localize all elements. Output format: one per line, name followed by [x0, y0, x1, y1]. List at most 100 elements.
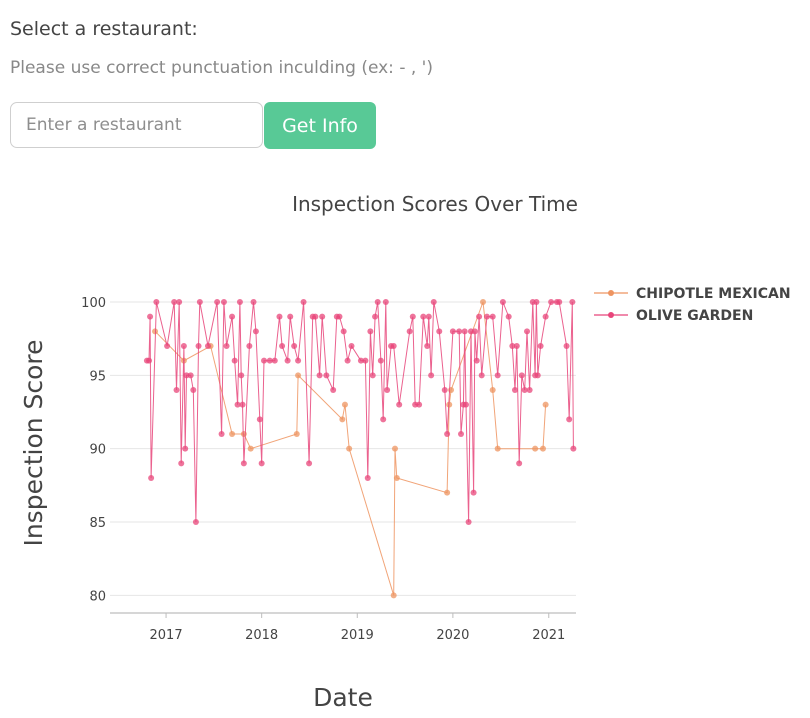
legend-marker — [608, 312, 614, 318]
data-point — [480, 299, 487, 305]
data-point — [192, 519, 199, 525]
data-point — [341, 401, 348, 408]
data-point — [424, 343, 431, 349]
data-point — [489, 313, 496, 320]
y-tick-label: 95 — [89, 369, 106, 384]
data-point — [516, 460, 523, 467]
x-tick-label: 2021 — [532, 628, 565, 643]
data-point — [563, 343, 570, 349]
data-point — [164, 343, 171, 349]
data-point — [180, 343, 187, 349]
data-point — [336, 313, 343, 320]
data-point — [229, 313, 236, 320]
legend-marker — [608, 290, 614, 296]
data-point — [372, 313, 379, 320]
data-point — [220, 299, 227, 305]
data-point — [319, 313, 326, 320]
data-point — [295, 372, 302, 379]
data-point — [369, 372, 376, 379]
data-point — [240, 431, 247, 437]
data-point — [390, 592, 397, 599]
data-point — [153, 299, 160, 305]
data-point — [306, 460, 313, 467]
data-point — [364, 475, 371, 481]
data-point — [518, 372, 525, 379]
data-point — [471, 328, 478, 335]
data-point — [406, 328, 413, 335]
data-point — [537, 343, 544, 349]
data-point — [532, 445, 539, 452]
data-point — [456, 328, 463, 335]
data-point — [295, 357, 302, 364]
data-point — [340, 328, 347, 335]
series-line — [146, 301, 574, 523]
data-point — [444, 489, 451, 496]
data-point — [384, 387, 391, 393]
data-point — [569, 299, 576, 305]
select-restaurant-heading: Select a restaurant: — [10, 18, 198, 40]
data-point — [377, 357, 384, 364]
data-point — [533, 299, 540, 305]
data-point — [548, 299, 555, 305]
data-point — [542, 313, 549, 320]
data-point — [346, 445, 353, 452]
data-point — [293, 431, 300, 437]
data-point — [449, 328, 456, 335]
data-point — [430, 299, 437, 305]
data-point — [462, 401, 469, 408]
y-axis-title: Inspection Score — [19, 339, 48, 546]
x-tick-label: 2020 — [436, 628, 469, 643]
data-point — [348, 343, 355, 349]
data-point — [312, 313, 319, 320]
get-info-button[interactable]: Get Info — [264, 102, 376, 149]
data-point — [204, 343, 211, 349]
data-point — [284, 357, 291, 364]
x-axis-title: Date — [313, 683, 373, 712]
data-point — [478, 372, 485, 379]
data-point — [428, 372, 435, 379]
data-point — [505, 313, 512, 320]
data-point — [214, 299, 221, 305]
data-point — [566, 416, 573, 423]
x-tick-label: 2017 — [150, 628, 183, 643]
data-point — [458, 431, 465, 437]
data-point — [330, 387, 337, 393]
data-point — [367, 328, 374, 335]
data-point — [246, 343, 253, 349]
data-point — [195, 343, 202, 349]
chart-legend: CHIPOTLE MEXICAN OLIVE GARDEN — [594, 286, 791, 324]
data-point — [494, 372, 501, 379]
data-point — [416, 401, 423, 408]
data-point — [499, 299, 506, 305]
data-point — [250, 299, 257, 305]
chart-title: Inspection Scores Over Time — [292, 192, 578, 216]
data-point — [382, 299, 389, 305]
data-point — [223, 343, 230, 349]
data-point — [425, 313, 432, 320]
data-point — [239, 401, 246, 408]
data-point — [229, 431, 236, 437]
data-point — [444, 431, 451, 437]
data-point — [231, 357, 238, 364]
data-point — [287, 313, 294, 320]
data-point — [240, 460, 247, 467]
data-point — [396, 401, 403, 408]
data-point — [489, 387, 496, 393]
data-point — [461, 328, 468, 335]
data-point — [187, 372, 194, 379]
x-tick-label: 2018 — [245, 628, 278, 643]
x-tick-label: 2019 — [341, 628, 374, 643]
data-point — [344, 357, 351, 364]
data-point — [238, 372, 245, 379]
data-point — [362, 357, 369, 364]
data-point — [247, 445, 254, 452]
y-tick-label: 80 — [89, 589, 106, 604]
data-point — [316, 372, 323, 379]
data-point — [526, 387, 533, 393]
data-point — [494, 445, 501, 452]
data-point — [556, 299, 563, 305]
data-point — [182, 445, 189, 452]
data-point — [256, 416, 263, 423]
restaurant-search-input[interactable] — [10, 102, 263, 148]
data-point — [271, 357, 278, 364]
